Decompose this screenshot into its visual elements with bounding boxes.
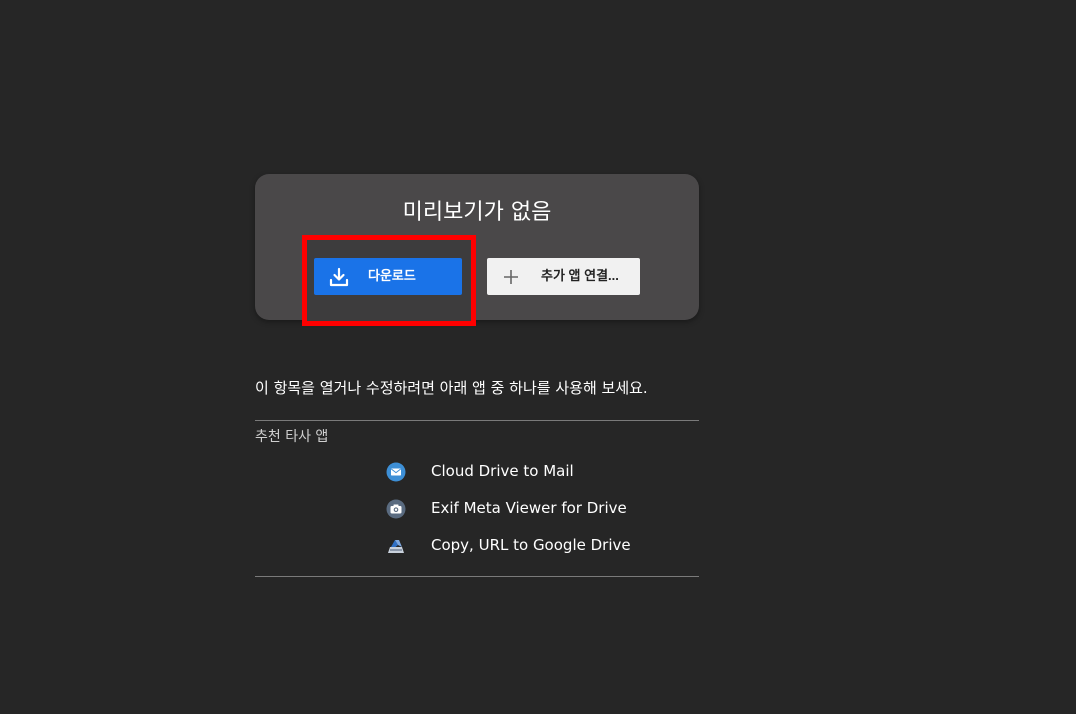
download-button-label: 다운로드 [368, 268, 416, 283]
plus-icon [504, 270, 518, 284]
recommended-apps-title: 추천 타사 앱 [255, 429, 329, 445]
no-preview-page: 미리보기가 없음 다운로드 추가 앱 연결... 이 항목을 열거나 수정하려면… [0, 0, 1076, 714]
camera-icon [386, 499, 406, 519]
mail-icon [386, 462, 406, 482]
connect-more-apps-button[interactable]: 추가 앱 연결... [487, 258, 640, 295]
download-icon [329, 267, 349, 287]
divider-top [255, 420, 699, 421]
open-with-hint: 이 항목을 열거나 수정하려면 아래 앱 중 하나를 사용해 보세요. [255, 379, 648, 397]
app-item-copy-url-to-google-drive[interactable]: Copy, URL to Google Drive [386, 534, 686, 556]
app-name: Exif Meta Viewer for Drive [431, 499, 627, 517]
app-item-exif-meta-viewer[interactable]: Exif Meta Viewer for Drive [386, 497, 686, 519]
drive-copy-icon [388, 540, 404, 553]
app-name: Copy, URL to Google Drive [431, 536, 631, 554]
preview-title: 미리보기가 없음 [402, 200, 552, 225]
download-button[interactable]: 다운로드 [314, 258, 462, 295]
app-item-cloud-drive-to-mail[interactable]: Cloud Drive to Mail [386, 460, 686, 482]
divider-bottom [255, 576, 699, 577]
connect-more-apps-label: 추가 앱 연결... [541, 268, 619, 283]
app-name: Cloud Drive to Mail [431, 462, 574, 480]
